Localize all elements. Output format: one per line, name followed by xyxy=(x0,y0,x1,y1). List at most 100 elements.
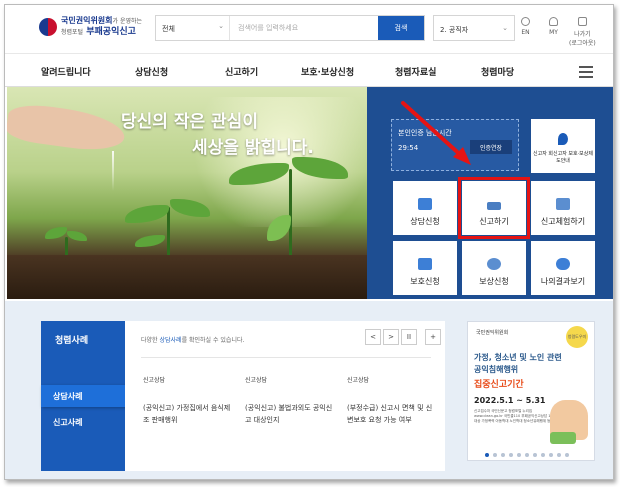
protection-tile-label: 보호신청 xyxy=(410,277,440,286)
search-scope-select[interactable]: 전체 ⌄ xyxy=(156,16,230,40)
pagination-dot[interactable] xyxy=(517,453,521,457)
pagination-dot[interactable] xyxy=(565,453,569,457)
pagination-dot[interactable] xyxy=(549,453,553,457)
protection-tile[interactable]: 보호신청 xyxy=(393,241,457,295)
taegeuk-logo-icon xyxy=(39,17,57,36)
cases-title: 청렴사례 xyxy=(55,336,89,346)
case-tag: 신고상담 xyxy=(143,377,166,384)
consult-tile-label: 상담신청 xyxy=(410,217,440,226)
laptop-icon xyxy=(556,198,570,210)
user-type-value: 2. 공직자 xyxy=(440,26,469,34)
banner-line1: 가정, 청소년 및 노인 관련 xyxy=(474,353,562,362)
case-card[interactable]: 신고상담 (부정수급) 신고시 면책 및 신변보호 요청 가능 여부 xyxy=(347,375,437,426)
browser-frame: 국민권익위원회가 운영하는 청렴포털 부패공익신고 전체 ⌄ 검색 2. 공직자… xyxy=(4,4,614,480)
my-label: MY xyxy=(549,29,558,36)
nav-item-library[interactable]: 청렴자료실 xyxy=(395,65,436,78)
prev-button[interactable]: < xyxy=(365,329,381,345)
case-card[interactable]: 신고상담 (공익신고) 가정집에서 음식제조 판매행위 xyxy=(143,375,233,426)
tab-consult-cases[interactable]: 상담사례 xyxy=(41,385,137,407)
chevron-down-icon: ⌄ xyxy=(502,24,508,32)
report-experience-label: 신고체험하기 xyxy=(540,217,586,226)
cases-description: 다양한 상담사례를 확인하실 수 있습니다. xyxy=(141,337,245,344)
eye-icon xyxy=(556,258,570,270)
case-title: (부정수급) 신고시 면책 및 신변보호 요청 가능 여부 xyxy=(347,404,433,424)
language-label: EN xyxy=(521,29,530,36)
report-tile-label: 신고하기 xyxy=(479,217,509,226)
hand-image xyxy=(7,100,128,156)
main-nav: 알려드립니다 상담신청 신고하기 보호·보상신청 청렴자료실 청렴마당 xyxy=(5,53,613,87)
search-button[interactable]: 검색 xyxy=(378,16,424,40)
hero-title-line2: 세상을 밝힙니다. xyxy=(192,138,314,158)
cases-list: 다양한 상담사례를 확인하실 수 있습니다. < > II + 신고상담 (공익… xyxy=(125,321,445,471)
search-bar: 전체 ⌄ 검색 xyxy=(155,15,425,41)
protection-guide-tile[interactable]: 신고자 회신고자 보호·보상제도안내 xyxy=(531,119,595,173)
globe-icon xyxy=(521,17,530,26)
location-pin-icon xyxy=(558,133,568,145)
consult-tile[interactable]: 상담신청 xyxy=(393,181,457,235)
logo-operates: 가 운영하는 xyxy=(112,18,143,25)
reward-tile-label: 보상신청 xyxy=(479,277,509,286)
person-icon xyxy=(549,17,558,26)
user-type-select[interactable]: 2. 공직자 ⌄ xyxy=(433,15,515,41)
pagination-dot[interactable] xyxy=(485,453,489,457)
tab-report-cases[interactable]: 신고사례 xyxy=(41,411,125,433)
pagination-dot[interactable] xyxy=(501,453,505,457)
banner-fine-print: 신고접수처 국민신문고 청렴포털 누리집 www.clean.go.kr 국민콜… xyxy=(474,409,558,423)
reward-tile[interactable]: 보상신청 xyxy=(462,241,526,295)
search-scope-value: 전체 xyxy=(162,25,175,33)
protection-guide-label: 신고자 회신고자 보호·보상제도안내 xyxy=(533,151,593,164)
campaign-banner[interactable]: 국민권익위원회 청렴도우미 가정, 청소년 및 노인 관련 공익침해행위 집중신… xyxy=(467,321,595,461)
pagination-dot[interactable] xyxy=(525,453,529,457)
case-title: (공익신고) 가정집에서 음식제조 판매행위 xyxy=(143,404,231,424)
top-bar: 국민권익위원회가 운영하는 청렴포털 부패공익신고 전체 ⌄ 검색 2. 공직자… xyxy=(5,5,613,53)
logo-org-name: 국민권익위원회 xyxy=(61,16,113,25)
pagination-dot[interactable] xyxy=(557,453,561,457)
case-tag: 신고상담 xyxy=(347,377,370,384)
logout-link[interactable]: 나가기 (로그아웃) xyxy=(569,17,596,47)
case-tag: 신고상담 xyxy=(245,377,268,384)
search-input[interactable] xyxy=(230,16,378,40)
site-logo[interactable]: 국민권익위원회가 운영하는 청렴포털 부패공익신고 xyxy=(39,15,142,38)
pause-button[interactable]: II xyxy=(401,329,417,345)
more-button[interactable]: + xyxy=(425,329,441,345)
nav-item-consult[interactable]: 상담신청 xyxy=(135,65,168,78)
report-experience-tile[interactable]: 신고체험하기 xyxy=(531,181,595,235)
hero-title-line1: 당신의 작은 관심이 xyxy=(121,112,258,132)
language-link[interactable]: EN xyxy=(521,17,530,36)
logo-site-name: 부패공익신고 xyxy=(86,27,136,37)
pagination-dot[interactable] xyxy=(541,453,545,457)
coin-icon xyxy=(487,258,501,270)
nav-item-report[interactable]: 신고하기 xyxy=(225,65,258,78)
my-page-link[interactable]: MY xyxy=(549,17,558,36)
shield-person-icon xyxy=(418,258,432,270)
cases-pager: < > II + xyxy=(365,329,443,345)
my-result-tile[interactable]: 나의결과보기 xyxy=(531,241,595,295)
cases-sidebar: 청렴사례 상담사례 신고사례 xyxy=(41,321,137,471)
banner-badge: 청렴도우미 xyxy=(566,326,588,348)
pagination-dot[interactable] xyxy=(493,453,497,457)
chevron-down-icon: ⌄ xyxy=(218,22,224,30)
chat-icon xyxy=(418,198,432,210)
pagination-dot[interactable] xyxy=(509,453,513,457)
lock-icon xyxy=(577,17,587,26)
pagination-dot[interactable] xyxy=(533,453,537,457)
hamburger-icon[interactable] xyxy=(579,66,593,81)
logout-label: 나가기 xyxy=(574,31,591,38)
red-arrow-icon xyxy=(401,101,471,165)
logout-sub-label: (로그아웃) xyxy=(569,40,596,47)
hero-banner: 당신의 작은 관심이 세상을 밝힙니다. xyxy=(7,87,367,299)
nav-item-square[interactable]: 청렴마당 xyxy=(481,65,514,78)
case-card[interactable]: 신고상담 (공익신고) 불법과외도 공익신고 대상인지 xyxy=(245,375,335,426)
banner-date: 2022.5.1 ~ 5.31 xyxy=(474,396,546,405)
banner-pagination xyxy=(485,453,573,457)
report-tile[interactable]: 신고하기 xyxy=(458,177,530,239)
cases-desc-link[interactable]: 상담사례 xyxy=(159,337,181,344)
banner-org: 국민권익위원회 xyxy=(476,330,509,336)
banner-line2: 공익침해행위 xyxy=(474,365,519,374)
soil-image xyxy=(7,255,367,299)
next-button[interactable]: > xyxy=(383,329,399,345)
nav-item-notice[interactable]: 알려드립니다 xyxy=(41,65,91,78)
my-result-tile-label: 나의결과보기 xyxy=(540,277,586,286)
nav-item-protection[interactable]: 보호·보상신청 xyxy=(301,65,354,78)
case-title: (공익신고) 불법과외도 공익신고 대상인지 xyxy=(245,404,333,424)
